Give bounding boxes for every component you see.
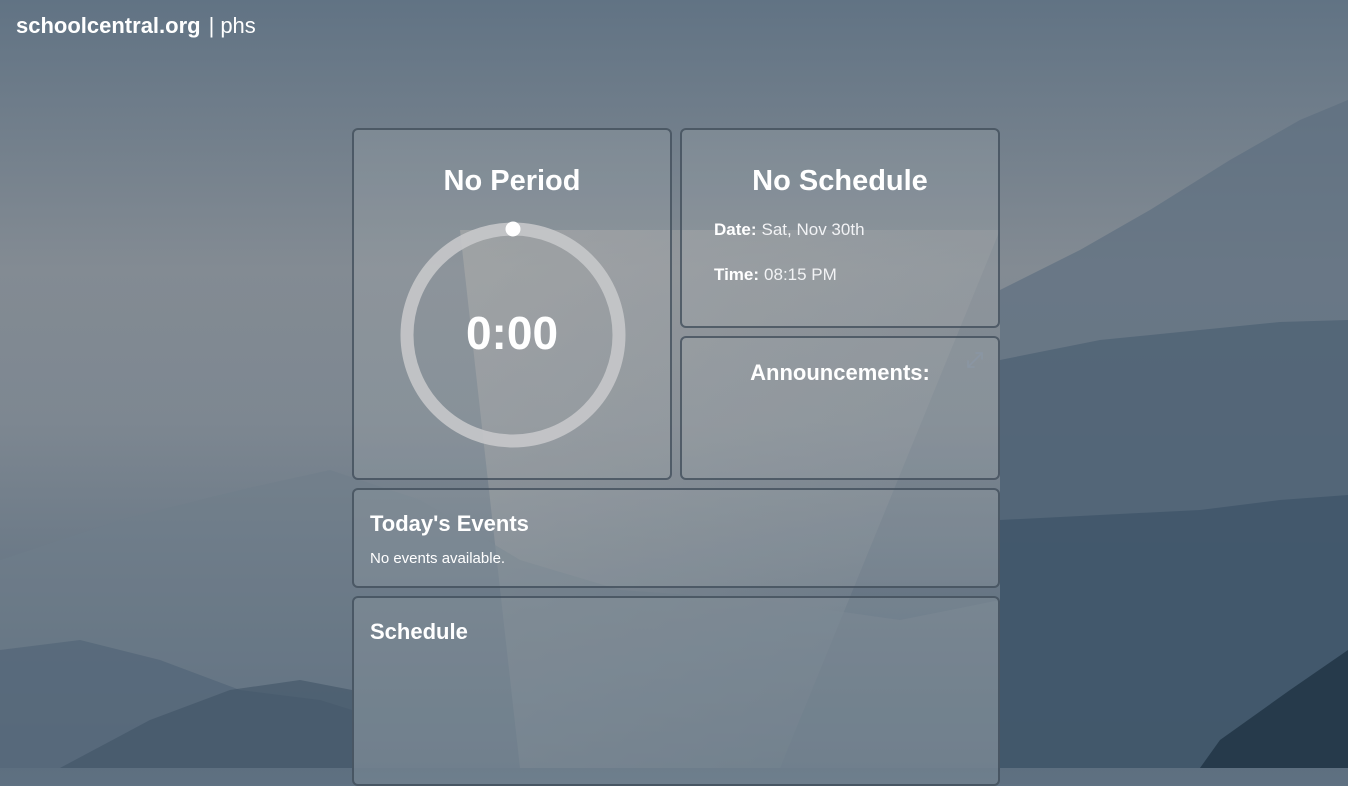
schedule-name: No Schedule	[752, 165, 928, 197]
events-empty-message: No events available.	[370, 550, 506, 567]
site-name: schoolcentral.org	[16, 13, 201, 38]
period-countdown: 0:00	[465, 307, 559, 359]
time-value: 08:15 PM	[764, 265, 837, 284]
schedule-info-card: No Schedule Date: Sat, Nov 30th Time: 08:1…	[680, 128, 1000, 328]
expand-icon[interactable]	[966, 351, 984, 369]
events-title: Today's Events	[370, 511, 529, 536]
brand-separator: |	[208, 13, 215, 38]
current-period-card: No Period 0:00	[352, 128, 672, 480]
announcements-title: Announcements:	[750, 360, 930, 385]
schedule-card: Schedule	[352, 596, 1000, 786]
period-title: No Period	[443, 165, 581, 197]
time-row: Time: 08:15 PM	[714, 264, 837, 286]
schedule-title: Schedule	[370, 619, 468, 644]
date-label: Date:	[714, 220, 757, 239]
site-brand[interactable]: schoolcentral.org | phs	[16, 12, 256, 40]
progress-ring-knob	[505, 221, 521, 237]
announcements-card: Announcements:	[680, 336, 1000, 480]
time-label: Time:	[714, 265, 760, 284]
date-value: Sat, Nov 30th	[761, 220, 865, 239]
school-code: phs	[220, 13, 256, 38]
todays-events-card: Today's Events No events available.	[352, 488, 1000, 588]
date-row: Date: Sat, Nov 30th	[714, 219, 865, 241]
